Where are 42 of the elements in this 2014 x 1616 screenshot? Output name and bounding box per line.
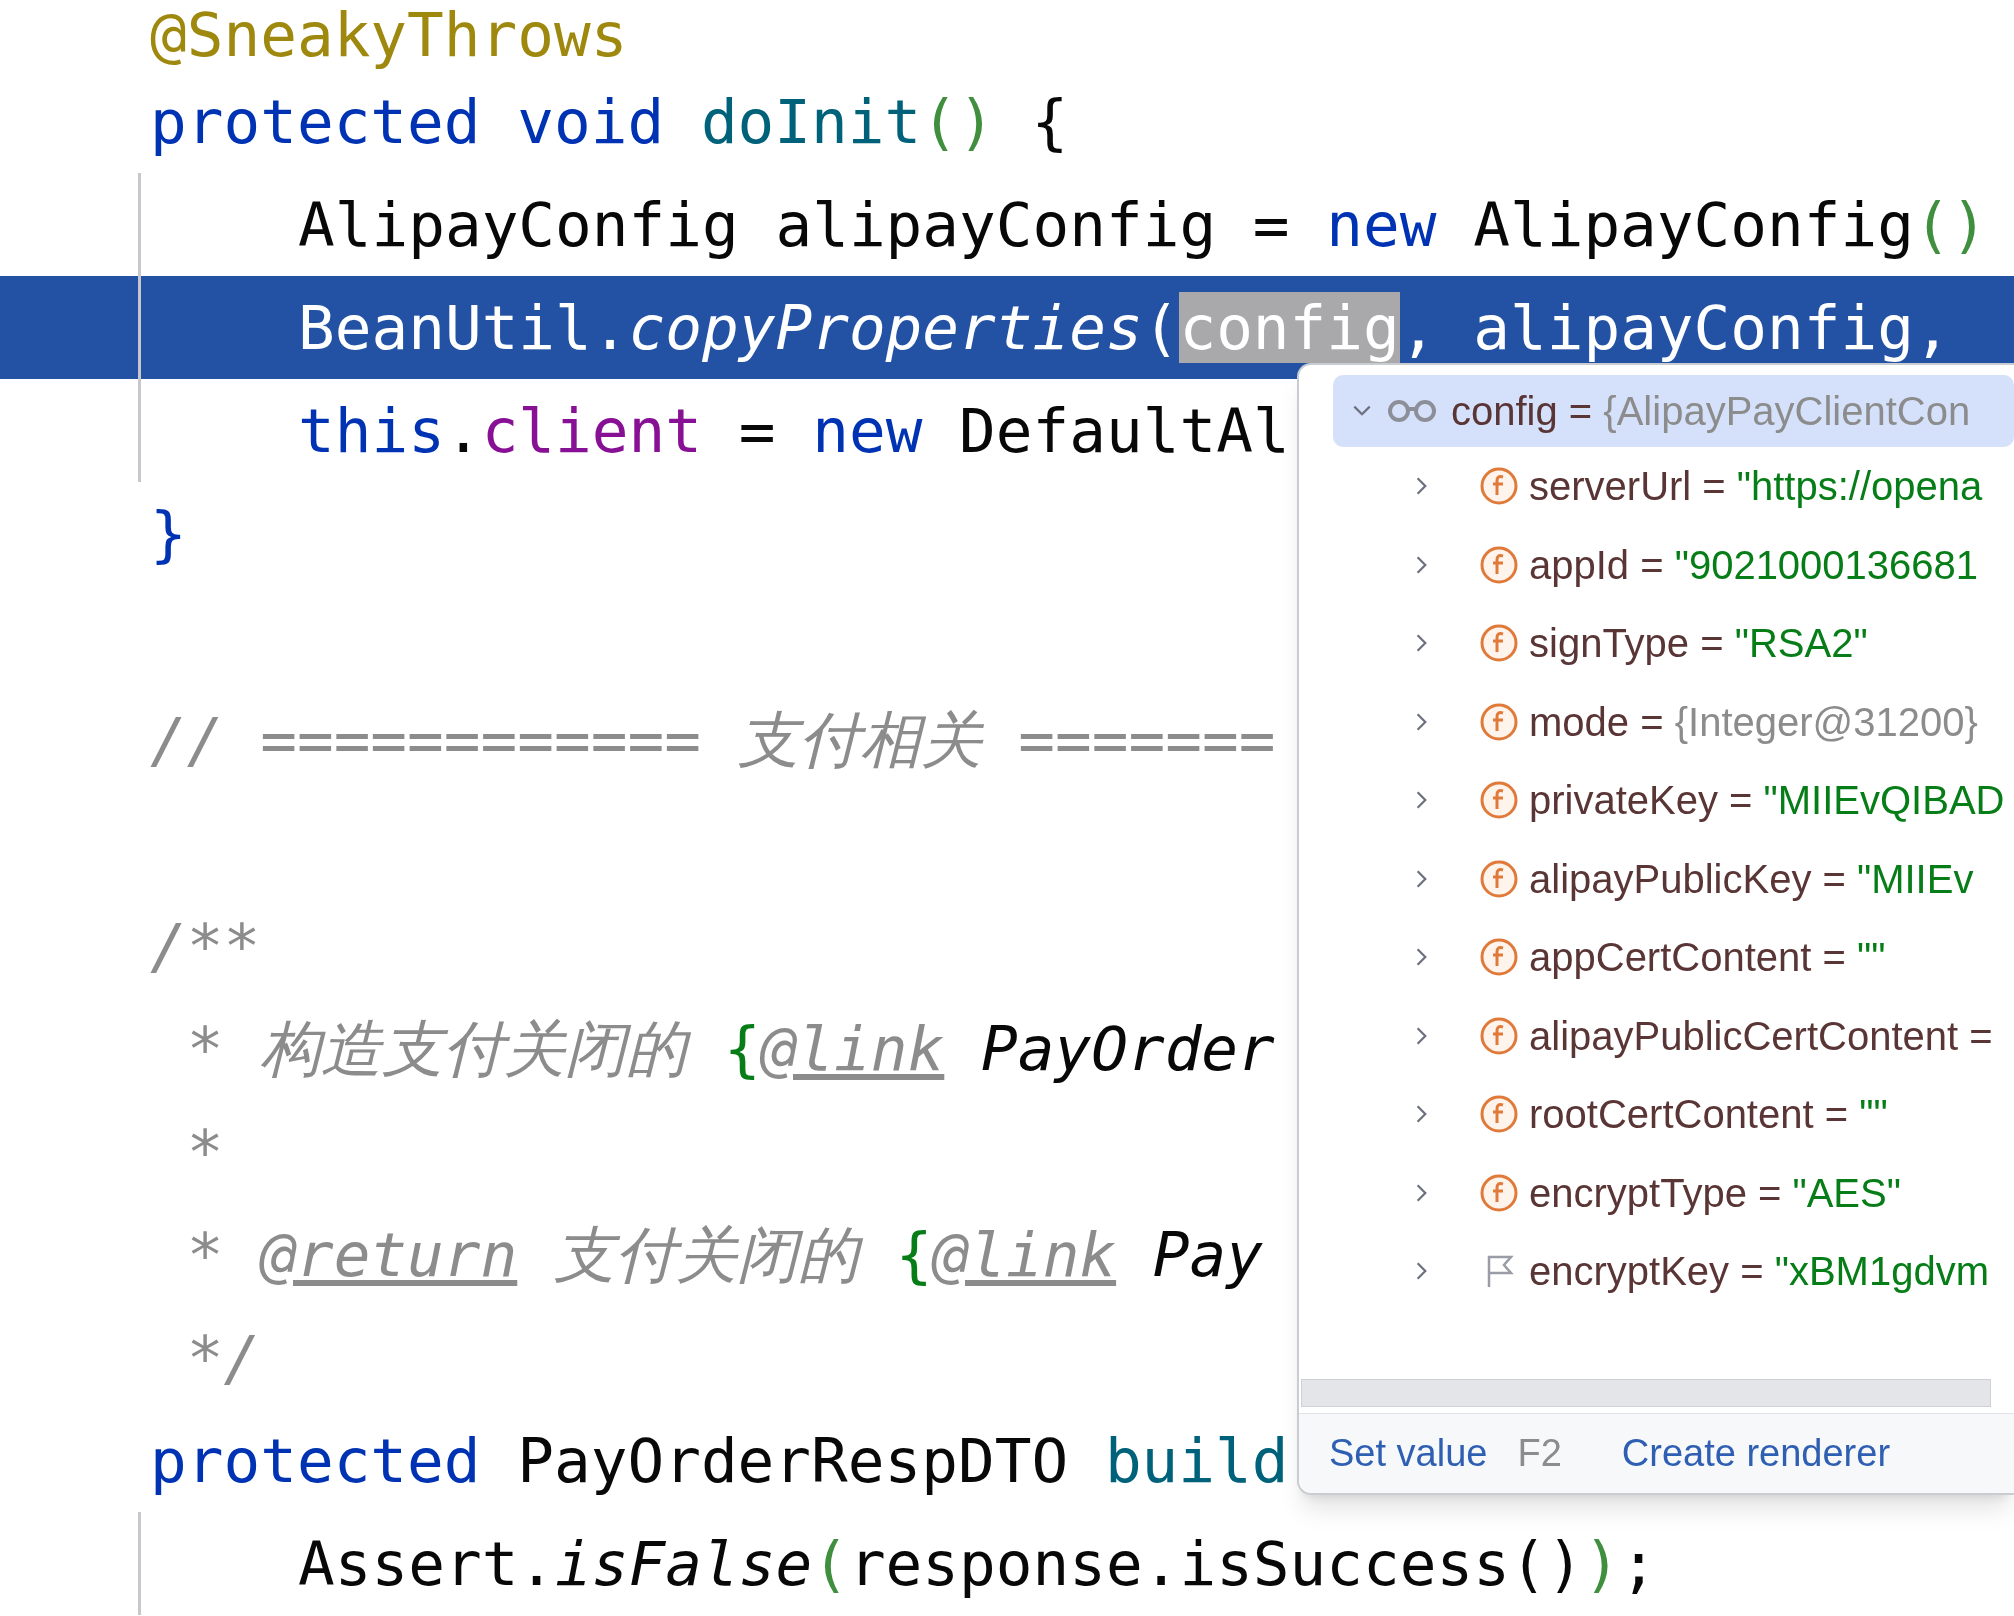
field-icon: [1479, 780, 1519, 821]
code-line: *: [185, 1115, 224, 1189]
field-value-label: alipayPublicCertContent =: [1529, 1012, 1993, 1060]
field-icon: [1479, 1172, 1519, 1213]
field-icon: [1479, 544, 1519, 585]
glasses-icon: [1387, 399, 1437, 423]
code-line: // ============ 支付相关 =======: [150, 703, 1276, 777]
field-value-label: signType = "RSA2": [1529, 620, 1868, 668]
field-value-label: rootCertContent = "": [1529, 1091, 1888, 1139]
action-link[interactable]: Create renderer: [1621, 1425, 1891, 1482]
tree-row[interactable]: config = {AlipayPayClientCon: [1333, 375, 2014, 447]
field-icon: [1479, 937, 1519, 978]
code-line: protected void doInit() {: [150, 85, 1069, 159]
code-line: Assert.isFalse(response.isSuccess());: [298, 1527, 1657, 1601]
field-value-label: appCertContent = "": [1529, 934, 1886, 982]
code-line: /**: [150, 909, 261, 983]
code-line: * 构造支付关闭的 {@link PayOrder: [185, 1012, 1275, 1086]
action-link[interactable]: Set value: [1329, 1425, 1488, 1482]
code-line: @SneakyThrows: [150, 0, 628, 70]
field-icon: [1479, 623, 1519, 664]
field-value-label: encryptKey = "xBM1gdvm: [1529, 1248, 1989, 1296]
code-line: * @return 支付关闭的 {@link Pay: [185, 1218, 1263, 1292]
field-icon: [1479, 1015, 1519, 1056]
code-line: this.client = new DefaultAl: [298, 394, 1290, 468]
field-value-label: privateKey = "MIIEvQIBAD: [1529, 777, 2005, 825]
code-line: */: [185, 1321, 261, 1395]
variable-label: config = {AlipayPayClientCon: [1451, 388, 1971, 435]
field-value-label: alipayPublicKey = "MIIEv: [1529, 855, 1974, 903]
field-value-label: serverUrl = "https://opena: [1529, 463, 1983, 511]
field-icon: [1479, 466, 1519, 507]
field-icon: [1479, 858, 1519, 899]
code-line: AlipayConfig alipayConfig = new AlipayConfig(): [298, 188, 1988, 262]
field-value-label: mode = {Integer@31200}: [1529, 698, 1978, 746]
shortcut-label: F2: [1517, 1431, 1562, 1476]
field-value-label: encryptType = "AES": [1529, 1169, 1901, 1217]
field-icon: [1479, 701, 1519, 742]
code-line: }: [150, 497, 187, 571]
field-icon: [1479, 1094, 1519, 1135]
code-line: protected PayOrderRespDTO build: [150, 1424, 1289, 1498]
field-value-label: appId = "9021000136681: [1529, 541, 1979, 589]
horizontal-scrollbar[interactable]: [1301, 1379, 1991, 1407]
code-line: BeanUtil.copyProperties(config, alipayConfig,: [298, 291, 1951, 365]
